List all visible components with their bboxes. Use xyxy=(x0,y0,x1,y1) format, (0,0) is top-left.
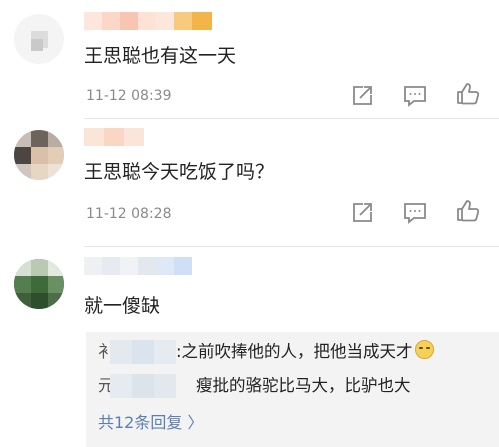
comment-icon xyxy=(404,203,426,224)
avatar[interactable] xyxy=(14,130,64,180)
thumbs-up-icon xyxy=(457,83,480,105)
view-all-replies-link[interactable]: 共12条回复 〉 xyxy=(98,412,203,434)
share-button[interactable] xyxy=(349,200,375,226)
comment-button[interactable] xyxy=(402,200,428,226)
reply-content: :之前吹捧他的人，把他当成天才 xyxy=(176,342,413,361)
comment-timestamp: 11-12 08:39 xyxy=(86,88,172,104)
comment-item: 王思聪今天吃饭了吗？ 11-12 08:28 xyxy=(0,118,499,246)
comment-button[interactable] xyxy=(402,83,428,109)
avatar[interactable] xyxy=(14,14,64,64)
comment-item: 王思聪也有这一天 11-12 08:39 xyxy=(0,0,499,118)
comment-icon xyxy=(404,86,426,107)
comment-text: 王思聪今天吃饭了吗？ xyxy=(84,161,275,183)
comment-item: 就一傻缺 衤 :之前吹捧他的人，把他当成天才 元 瘦批的骆驼比马大，比驴也大 共… xyxy=(0,246,499,447)
smirk-emoji-icon xyxy=(414,340,434,359)
thumbs-up-icon xyxy=(457,200,480,222)
reply-content: 瘦批的骆驼比马大，比驴也大 xyxy=(196,376,411,395)
like-button[interactable] xyxy=(455,81,481,107)
reply-username[interactable] xyxy=(110,374,176,398)
username[interactable] xyxy=(84,128,144,146)
username[interactable] xyxy=(84,12,212,30)
share-icon xyxy=(353,203,372,222)
comment-text: 王思聪也有这一天 xyxy=(84,45,237,67)
reply-preview[interactable]: 衤 :之前吹捧他的人，把他当成天才 元 瘦批的骆驼比马大，比驴也大 共12条回复… xyxy=(86,332,499,447)
avatar[interactable] xyxy=(14,259,64,309)
share-button[interactable] xyxy=(349,83,375,109)
like-button[interactable] xyxy=(455,198,481,224)
comment-text: 就一傻缺 xyxy=(84,295,161,317)
reply-text: :之前吹捧他的人，把他当成天才 xyxy=(176,340,434,364)
reply-username[interactable] xyxy=(110,340,176,364)
username[interactable] xyxy=(84,257,192,275)
share-icon xyxy=(353,86,372,105)
comment-timestamp: 11-12 08:28 xyxy=(86,206,172,222)
